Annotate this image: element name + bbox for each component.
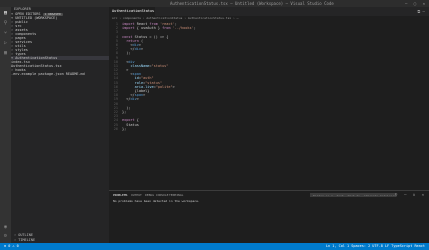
status-info[interactable]: Ln 1, Col 1 Spaces: 2 UTF-8 LF TypeScrip… <box>326 243 425 250</box>
timeline-section[interactable]: › TIMELINE <box>14 238 35 242</box>
file-tree: ▾ OPEN EDITORS 1 UNSAVED ▾ UNTITLED (WORKS… <box>11 12 109 76</box>
window-title: AuthenticationStatus.tsx — Untitled (Wor… <box>170 1 334 6</box>
bottom-panel: PROBLEMS OUTPUT DEBUG CONSOLE TERMINAL F… <box>109 190 429 243</box>
tab-debug-console[interactable]: DEBUG CONSOLE <box>145 191 168 199</box>
title-bar: AuthenticationStatus.tsx — Untitled (Wor… <box>0 0 429 7</box>
panel-tabs: PROBLEMS OUTPUT DEBUG CONSOLE TERMINAL F… <box>109 191 429 199</box>
outline-section[interactable]: › OUTLINE <box>14 233 33 237</box>
editor-area: AuthenticationStatus.tsx ● ⧉ ⋯ src › com… <box>109 7 429 190</box>
line-number: 26 <box>113 126 118 131</box>
code-text: }; <box>122 126 127 131</box>
status-bar: ⊗ 0 ⚠ 0 Ln 1, Col 1 Spaces: 2 UTF-8 LF T… <box>0 243 429 250</box>
explorer-sidebar: EXPLORER ▾ OPEN EDITORS 1 UNSAVED ▾ UNTITL… <box>11 7 109 243</box>
tab-terminal[interactable]: TERMINAL <box>169 191 183 199</box>
sidebar-tree-item[interactable]: .env.example package.json README.md <box>11 72 109 76</box>
search-icon[interactable]: ⚲ <box>2 20 9 26</box>
vscode-window: AuthenticationStatus.tsx — Untitled (Wor… <box>0 0 429 250</box>
accounts-icon[interactable]: ◉ <box>2 224 9 230</box>
tree-item-label: .env.example package.json README.md <box>11 72 85 76</box>
window-controls[interactable]: – ▢ ✕ <box>405 0 427 7</box>
files-icon[interactable]: ▤ <box>2 10 9 16</box>
panel-actions[interactable]: ⚲ ⋯ ∧ ✕ <box>395 191 426 199</box>
editor-tabs: AuthenticationStatus.tsx ● ⧉ ⋯ <box>109 7 429 16</box>
source-control-icon[interactable]: ⑂ <box>2 30 9 36</box>
code-editor[interactable]: 1 import React from 'react'; 2 import { use… <box>109 21 429 131</box>
debug-icon[interactable]: ▷ <box>2 40 9 46</box>
extensions-icon[interactable]: ▦ <box>2 50 9 56</box>
settings-icon[interactable]: ⚙ <box>2 233 9 239</box>
tab-output[interactable]: OUTPUT <box>131 191 142 199</box>
editor-tab-active[interactable]: AuthenticationStatus.tsx ● <box>109 7 155 16</box>
tab-problems[interactable]: PROBLEMS <box>113 191 127 199</box>
problems-filter-input[interactable]: Filter (e.g. text, **/*.ts, !**/node_mod… <box>310 193 396 197</box>
status-problems[interactable]: ⊗ 0 ⚠ 0 <box>4 243 19 250</box>
problems-message: No problems have been detected in the wo… <box>113 199 200 203</box>
code-line: 26}; <box>109 127 429 131</box>
activity-bar: ▤ ⚲ ⑂ ▷ ▦ ◉ ⚙ <box>0 7 11 243</box>
editor-actions[interactable]: ⧉ ⋯ <box>417 7 425 16</box>
